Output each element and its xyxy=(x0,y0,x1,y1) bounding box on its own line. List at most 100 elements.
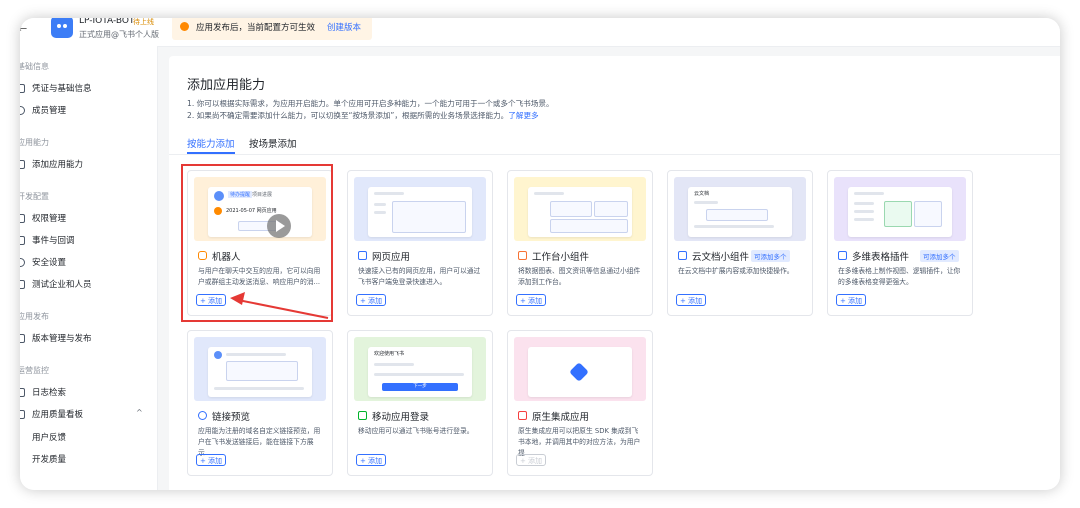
mock-line xyxy=(854,192,884,195)
native-icon xyxy=(518,411,527,420)
page-title: 添加应用能力 xyxy=(187,78,266,93)
card-title: 链接预览 xyxy=(212,412,251,423)
mock-line xyxy=(374,203,386,206)
version-icon xyxy=(20,334,25,343)
sidebar-item-label: 测试企业和人员 xyxy=(32,280,92,290)
chevron-up-icon[interactable]: ^ xyxy=(136,408,143,417)
app-robot-icon xyxy=(51,18,73,38)
avatar xyxy=(214,351,222,359)
card-description: 在多维表格上制作视图、逻辑插件，让你的多维表格变得更强大。 xyxy=(838,267,961,286)
highlight-box xyxy=(181,164,333,322)
mock-plugin xyxy=(914,201,942,227)
mock-line xyxy=(374,363,414,366)
tab-by-ability[interactable]: 按能力添加 xyxy=(187,136,235,150)
doc-widget-preview-image: 云文档 xyxy=(674,177,806,241)
active-tab-indicator xyxy=(187,152,235,154)
app-status-badge: 待上线 xyxy=(133,18,154,26)
card-web-app[interactable]: 网页应用 快速接入已有的网页应用，用户可以通过飞书客户端免登录快速进入。 + 添… xyxy=(347,170,493,316)
mock-line xyxy=(694,225,774,228)
sidebar-item-label: 日志检索 xyxy=(32,388,67,398)
app-window: ← LP-IOTA-BOT 待上线 正式应用@飞书个人版 应用发布后，当前配置方… xyxy=(20,18,1060,490)
sidebar-group-dev: 开发配置 xyxy=(20,192,49,201)
add-doc-widget-button[interactable]: + 添加 xyxy=(676,294,706,306)
learn-more-link[interactable]: 了解更多 xyxy=(508,111,538,120)
tab-bar: 按能力添加 按场景添加 xyxy=(169,130,1060,155)
mock-widget xyxy=(550,219,628,233)
sidebar-item-label: 安全设置 xyxy=(32,258,67,268)
mobile-login-preview-image: 欢迎使用飞书 下一步 xyxy=(354,337,486,401)
mock-widget xyxy=(594,201,628,217)
credential-icon xyxy=(20,84,25,93)
mock-block xyxy=(706,209,768,221)
card-native-app[interactable]: 原生集成应用 原生集成应用可以把原生 SDK 集成到飞书本地，并调用其中的对应方… xyxy=(507,330,653,476)
back-icon[interactable]: ← xyxy=(20,22,27,35)
card-title: 原生集成应用 xyxy=(532,412,590,423)
description-line-2: 2. 如果尚不确定需要添加什么能力，可以切换至“按场景添加”，根据所需的业务场景… xyxy=(187,110,539,121)
add-bitable-button[interactable]: + 添加 xyxy=(836,294,866,306)
mock-next-button: 下一步 xyxy=(382,383,458,391)
sidebar-group-ops: 运营监控 xyxy=(20,366,49,375)
sidebar-item-label: 添加应用能力 xyxy=(32,160,84,170)
sidebar-item-label: 成员管理 xyxy=(32,106,67,116)
sidebar: 基础信息 凭证与基础信息 成员管理 应用能力 添加应用能力 开发配置 权限管理 … xyxy=(20,46,158,490)
card-workbench-widget[interactable]: 工作台小组件 将数据图表、图文资讯等信息通过小组件添加到工作台。 + 添加 xyxy=(507,170,653,316)
card-bitable-plugin[interactable]: 多维表格插件 可添加多个 在多维表格上制作视图、逻辑插件，让你的多维表格变得更强… xyxy=(827,170,973,316)
mock-line xyxy=(374,373,464,376)
link-preview-image xyxy=(194,337,326,401)
card-doc-widget[interactable]: 云文档 云文档小组件 可添加多个 在云文档中扩展内容或添加快捷操作。 + 添加 xyxy=(667,170,813,316)
sidebar-item-label: 事件与回调 xyxy=(32,236,75,246)
widget-preview-image xyxy=(514,177,646,241)
native-app-preview-image xyxy=(514,337,646,401)
card-title: 移动应用登录 xyxy=(372,412,430,423)
notice-text: 应用发布后，当前配置方可生效 xyxy=(196,23,316,33)
sidebar-group-ability: 应用能力 xyxy=(20,138,49,147)
mock-line xyxy=(374,211,386,214)
multi-add-badge: 可添加多个 xyxy=(920,250,959,262)
sidebar-group-release: 应用发布 xyxy=(20,312,49,321)
link-icon xyxy=(198,411,207,420)
top-bar: ← LP-IOTA-BOT 待上线 正式应用@飞书个人版 应用发布后，当前配置方… xyxy=(20,18,1060,47)
table-icon xyxy=(838,251,847,260)
card-title: 网页应用 xyxy=(372,252,411,263)
mock-line xyxy=(854,218,874,221)
add-widget-button[interactable]: + 添加 xyxy=(516,294,546,306)
tab-by-scene[interactable]: 按场景添加 xyxy=(249,136,297,150)
mock-plugin xyxy=(884,201,912,227)
native-app-preview-mock xyxy=(528,347,632,397)
sidebar-item-label: 版本管理与发布 xyxy=(32,334,92,344)
mock-title: 欢迎使用飞书 xyxy=(374,351,405,357)
web-icon xyxy=(358,251,367,260)
card-title: 云文档小组件 xyxy=(692,252,750,263)
sidebar-item-label: 凭证与基础信息 xyxy=(32,84,92,94)
add-mobile-login-button[interactable]: + 添加 xyxy=(356,454,386,466)
mock-link-card xyxy=(226,361,298,381)
permission-icon xyxy=(20,214,25,223)
app-name: LP-IOTA-BOT xyxy=(79,18,135,26)
mock-line xyxy=(854,202,874,205)
mock-line xyxy=(534,192,564,195)
mock-line xyxy=(854,210,874,213)
card-mobile-login[interactable]: 欢迎使用飞书 下一步 移动应用登录 移动应用可以通过飞书账号进行登录。 + 添加 xyxy=(347,330,493,476)
add-link-preview-button[interactable]: + 添加 xyxy=(196,454,226,466)
sidebar-item-dev-quality[interactable]: 开发质量 xyxy=(32,453,66,465)
add-web-app-button[interactable]: + 添加 xyxy=(356,294,386,306)
sidebar-item-label: 权限管理 xyxy=(32,214,67,224)
bitable-preview-image xyxy=(834,177,966,241)
card-description: 在云文档中扩展内容或添加快捷操作。 xyxy=(678,267,794,275)
sidebar-item-feedback[interactable]: 用户反馈 xyxy=(32,431,66,443)
description-line-1: 1. 你可以根据实际需求，为应用开启能力。单个应用可开启多种能力，一个能力可用于… xyxy=(187,99,554,108)
card-description: 快速接入已有的网页应用，用户可以通过飞书客户端免登录快速进入。 xyxy=(358,267,481,286)
phone-icon xyxy=(358,411,367,420)
card-link-preview[interactable]: 链接预览 应用能为注册的域名自定义链接预览，用户在飞书发送链接后，能在链接下方展… xyxy=(187,330,333,476)
create-version-link[interactable]: 创建版本 xyxy=(327,21,361,33)
add-native-app-button[interactable]: + 添加 xyxy=(516,454,546,466)
web-app-preview-image xyxy=(354,177,486,241)
mock-line xyxy=(694,201,718,204)
mock-line xyxy=(374,192,404,195)
card-description: 移动应用可以通过飞书账号进行登录。 xyxy=(358,427,474,435)
widget-preview-mock xyxy=(528,187,632,237)
card-title: 多维表格插件 xyxy=(852,252,910,263)
mock-line xyxy=(214,387,304,390)
log-icon xyxy=(20,388,25,397)
version-notice: 应用发布后，当前配置方可生效 创建版本 xyxy=(172,18,372,40)
